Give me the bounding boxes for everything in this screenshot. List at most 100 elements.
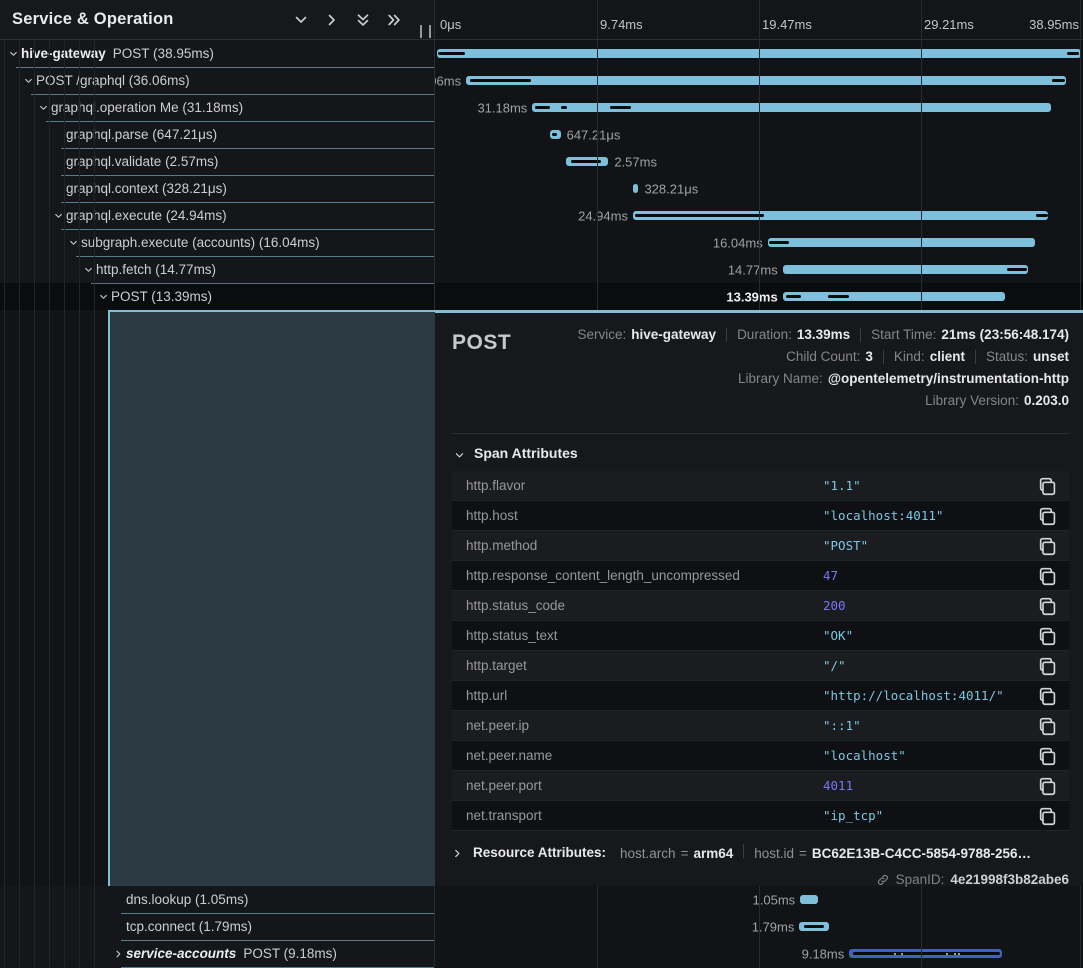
span-row[interactable]: http.fetch (14.77ms)14.77ms — [0, 256, 1083, 283]
chevron-down-icon[interactable] — [96, 292, 111, 302]
span-row[interactable]: hive-gatewayPOST (38.95ms)38.95ms — [0, 40, 1083, 67]
span-timeline-cell[interactable]: 38.95ms — [435, 40, 1083, 67]
ruler-tick: 29.21ms — [924, 17, 974, 32]
span-row[interactable]: dns.lookup (1.05ms) 1.05ms — [0, 886, 1083, 913]
span-bar[interactable] — [800, 895, 817, 904]
span-bar[interactable] — [437, 49, 1082, 58]
span-name-cell[interactable]: graphql.operation Me (31.18ms) — [0, 94, 435, 121]
row-separator — [61, 202, 434, 203]
chevron-down-icon[interactable] — [36, 103, 51, 113]
link-icon[interactable] — [876, 873, 890, 887]
detail-field-label: Duration: — [737, 327, 792, 342]
span-rows: hive-gatewayPOST (38.95ms)38.95msPOST /g… — [0, 40, 1083, 967]
span-timeline-cell[interactable]: 14.77ms — [435, 256, 1083, 283]
span-timeline-cell[interactable]: 1.79ms — [435, 913, 1083, 940]
span-bar[interactable] — [783, 265, 1029, 274]
span-name-cell[interactable]: subgraph.execute (accounts) (16.04ms) — [0, 229, 435, 256]
span-row[interactable]: graphql.context (328.21μs)328.21μs — [0, 175, 1083, 202]
chevron-down-icon[interactable] — [293, 12, 309, 28]
span-timeline-cell[interactable]: 13.39ms — [435, 283, 1083, 310]
resource-attributes-title: Resource Attributes: — [473, 845, 606, 860]
span-row[interactable]: POST (13.39ms)13.39ms — [0, 283, 1083, 310]
detail-info-line: Library Name:@opentelemetry/instrumentat… — [738, 371, 1069, 386]
span-timeline-cell[interactable]: 9.18ms — [435, 940, 1083, 967]
span-name-cell[interactable]: graphql.validate (2.57ms) — [0, 148, 435, 175]
span-timeline-cell[interactable]: 31.18ms — [435, 94, 1083, 121]
pane-resize-grip[interactable] — [420, 25, 431, 38]
span-name-cell[interactable]: tcp.connect (1.79ms) — [0, 913, 435, 940]
span-row[interactable]: service-accountsPOST (9.18ms)9.18ms — [0, 940, 1083, 967]
span-name-cell[interactable]: POST (13.39ms) — [0, 283, 435, 310]
span-timeline-cell[interactable]: 36.06ms — [435, 67, 1083, 94]
copy-button[interactable] — [1037, 595, 1059, 617]
span-name-cell[interactable]: graphql.parse (647.21μs) — [0, 121, 435, 148]
spanid-value: 4e21998f3b82abe6 — [950, 872, 1069, 887]
chevron-down-icon[interactable] — [21, 76, 36, 86]
copy-button[interactable] — [1037, 565, 1059, 587]
span-name-cell[interactable]: POST /graphql (36.06ms) — [0, 67, 435, 94]
span-timeline-cell[interactable]: 16.04ms — [435, 229, 1083, 256]
detail-divider — [452, 433, 1069, 434]
detail-field-label: Status: — [986, 349, 1028, 364]
span-timeline-cell[interactable]: 647.21μs — [435, 121, 1083, 148]
span-bar[interactable] — [783, 292, 1006, 301]
span-name-cell[interactable]: service-accountsPOST (9.18ms) — [0, 940, 435, 967]
span-name-cell[interactable]: hive-gatewayPOST (38.95ms) — [0, 40, 435, 67]
span-name-cell[interactable]: dns.lookup (1.05ms) — [0, 886, 435, 913]
child-span-mark — [552, 133, 557, 136]
span-row[interactable]: graphql.operation Me (31.18ms)31.18ms — [0, 94, 1083, 121]
trace-viewer: Service & Operation 0μs9.74ms19.47ms29.2… — [0, 0, 1083, 968]
attribute-key: net.transport — [466, 808, 823, 823]
span-row[interactable]: tcp.connect (1.79ms)1.79ms — [0, 913, 1083, 940]
span-name-cell[interactable]: graphql.context (328.21μs) — [0, 175, 435, 202]
copy-button[interactable] — [1037, 625, 1059, 647]
chevron-down-icon[interactable] — [6, 49, 21, 59]
row-separator — [16, 67, 434, 68]
separator — [883, 350, 884, 364]
copy-button[interactable] — [1037, 745, 1059, 767]
span-duration-label: 1.05ms — [753, 892, 796, 907]
attribute-row: http.url"http://localhost:4011/" — [452, 681, 1069, 711]
header-bar: Service & Operation 0μs9.74ms19.47ms29.2… — [0, 0, 1083, 40]
span-row[interactable]: subgraph.execute (accounts) (16.04ms)16.… — [0, 229, 1083, 256]
spanid-row: SpanID: 4e21998f3b82abe6 — [452, 872, 1069, 887]
collapse-all-icon[interactable] — [355, 12, 371, 28]
span-row[interactable]: graphql.execute (24.94ms)24.94ms — [0, 202, 1083, 229]
span-row[interactable]: graphql.validate (2.57ms) 2.57ms — [0, 148, 1083, 175]
span-attributes-header[interactable]: Span Attributes — [454, 445, 1069, 461]
span-bar[interactable] — [768, 238, 1035, 247]
span-timeline-cell[interactable]: 328.21μs — [435, 175, 1083, 202]
chevron-right-icon[interactable] — [324, 12, 340, 28]
copy-button[interactable] — [1037, 715, 1059, 737]
span-timeline-cell[interactable]: 24.94ms — [435, 202, 1083, 229]
chevron-down-icon[interactable] — [51, 211, 66, 221]
resource-value: arm64 — [693, 846, 733, 861]
copy-button[interactable] — [1037, 475, 1059, 497]
copy-button[interactable] — [1037, 775, 1059, 797]
chevron-down-icon[interactable] — [81, 265, 96, 275]
resource-attributes-row[interactable]: Resource Attributes: host.arch=arm64host… — [452, 844, 1069, 861]
span-bar[interactable] — [466, 76, 1066, 85]
span-timeline-cell[interactable]: 1.05ms — [435, 886, 1083, 913]
copy-button[interactable] — [1037, 805, 1059, 827]
detail-field-value: 21ms (23:56:48.174) — [941, 327, 1069, 342]
span-timeline-cell[interactable]: 2.57ms — [435, 148, 1083, 175]
span-name-cell[interactable]: graphql.execute (24.94ms) — [0, 202, 435, 229]
chevron-down-icon[interactable] — [66, 238, 81, 248]
span-name-cell[interactable]: http.fetch (14.77ms) — [0, 256, 435, 283]
expand-all-icon[interactable] — [386, 12, 402, 28]
row-separator — [91, 283, 434, 284]
copy-button[interactable] — [1037, 535, 1059, 557]
span-duration-label: 2.57ms — [614, 154, 657, 169]
copy-button[interactable] — [1037, 685, 1059, 707]
child-span-mark — [1007, 268, 1027, 271]
attribute-row: net.peer.ip"::1" — [452, 711, 1069, 741]
detail-field-label: Kind: — [894, 349, 925, 364]
span-row[interactable]: POST /graphql (36.06ms)36.06ms — [0, 67, 1083, 94]
copy-button[interactable] — [1037, 505, 1059, 527]
span-row[interactable]: graphql.parse (647.21μs)647.21μs — [0, 121, 1083, 148]
copy-button[interactable] — [1037, 655, 1059, 677]
attribute-key: net.peer.name — [466, 748, 823, 763]
chevron-right-icon[interactable] — [111, 949, 126, 959]
span-bar[interactable] — [633, 184, 638, 193]
